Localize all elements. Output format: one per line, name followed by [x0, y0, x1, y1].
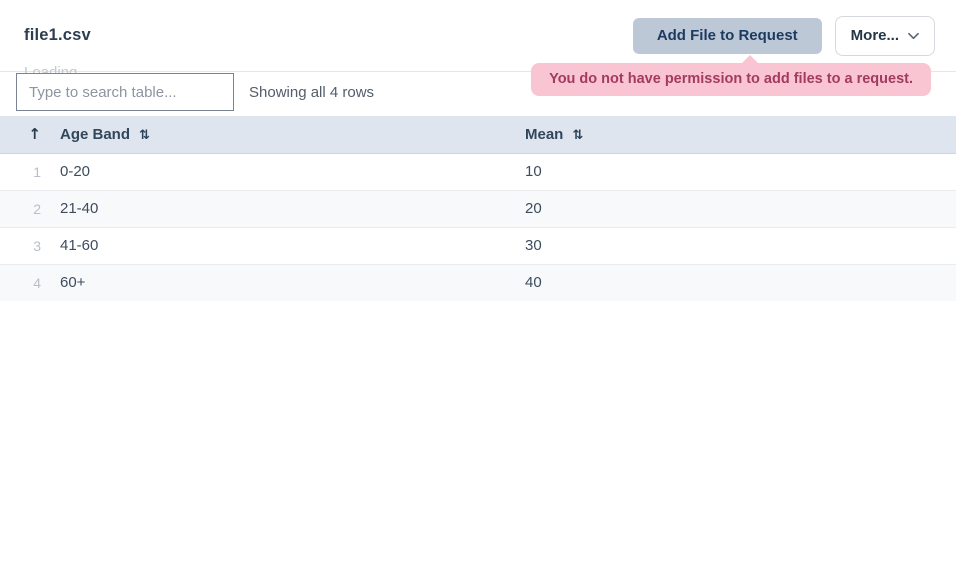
table-row: 3 41-60 30: [0, 227, 956, 264]
cell-mean: 20: [513, 190, 956, 227]
data-table: ↑ Age Band ⇅ Mean ⇅ 1 0-20 10 2 21-40 20: [0, 116, 956, 301]
tooltip-arrow-icon: [742, 55, 758, 63]
sort-ascending-icon: ↑: [28, 125, 41, 143]
row-index: 4: [0, 264, 48, 301]
more-button-label: More...: [851, 27, 899, 44]
topbar: file1.csv Add File to Request More...: [0, 0, 956, 72]
row-index: 1: [0, 153, 48, 190]
file-title: file1.csv: [24, 26, 91, 45]
table-row: 2 21-40 20: [0, 190, 956, 227]
cell-mean: 40: [513, 264, 956, 301]
cell-age-band: 21-40: [48, 190, 513, 227]
column-header-label: Age Band: [60, 126, 130, 143]
chevron-down-icon: [908, 32, 919, 40]
add-file-to-request-button[interactable]: Add File to Request: [633, 18, 822, 54]
sort-toggle-icon: ⇅: [139, 128, 150, 143]
row-index: 2: [0, 190, 48, 227]
column-header-mean[interactable]: Mean ⇅: [513, 116, 956, 153]
cell-age-band: 41-60: [48, 227, 513, 264]
column-header-label: Mean: [525, 126, 563, 143]
cell-age-band: 0-20: [48, 153, 513, 190]
row-index: 3: [0, 227, 48, 264]
index-column-header[interactable]: ↑: [0, 116, 48, 153]
cell-mean: 30: [513, 227, 956, 264]
topbar-actions: Add File to Request More...: [633, 16, 935, 56]
permission-denied-tooltip: You do not have permission to add files …: [531, 63, 931, 96]
csv-file-viewer: file1.csv Add File to Request More... Yo…: [0, 0, 956, 301]
sort-toggle-icon: ⇅: [572, 128, 583, 143]
column-header-age-band[interactable]: Age Band ⇅: [48, 116, 513, 153]
row-count-text: Showing all 4 rows: [249, 84, 374, 101]
cell-mean: 10: [513, 153, 956, 190]
table-header-row: ↑ Age Band ⇅ Mean ⇅: [0, 116, 956, 153]
table-row: 1 0-20 10: [0, 153, 956, 190]
table-row: 4 60+ 40: [0, 264, 956, 301]
search-input[interactable]: [16, 73, 234, 111]
more-button[interactable]: More...: [835, 16, 935, 56]
tooltip-text: You do not have permission to add files …: [549, 71, 913, 87]
cell-age-band: 60+: [48, 264, 513, 301]
